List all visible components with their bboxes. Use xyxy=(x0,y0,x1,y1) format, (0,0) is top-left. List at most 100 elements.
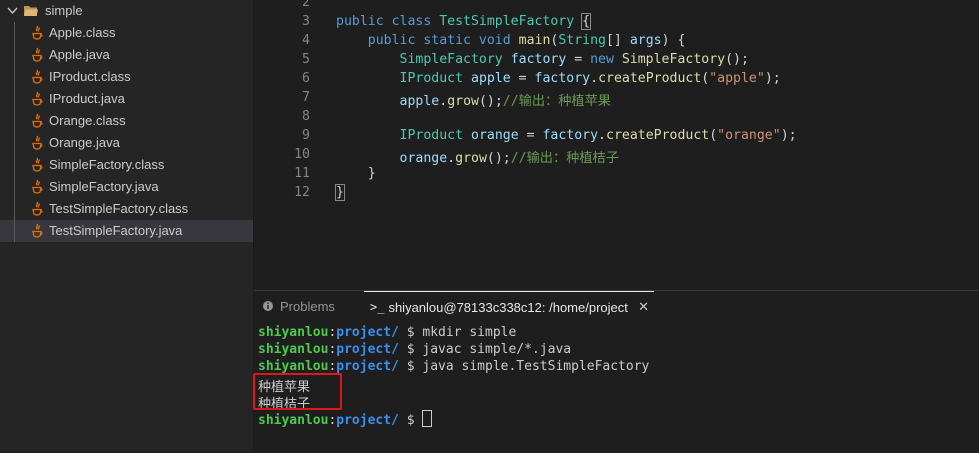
java-file-icon xyxy=(32,113,43,128)
code-editor[interactable]: 2 3 public class TestSimpleFactory { 4 publ… xyxy=(254,0,979,290)
terminal-cursor xyxy=(422,410,433,427)
prompt-path: project/ xyxy=(336,359,399,374)
code-token: SimpleFactory xyxy=(621,52,726,67)
code-token: apple xyxy=(399,94,440,109)
java-file-icon xyxy=(32,69,43,84)
prompt-symbol: $ xyxy=(398,342,423,357)
code-token: void xyxy=(478,33,519,48)
code-line: 3 public class TestSimpleFactory { xyxy=(254,13,979,33)
code-token: grow xyxy=(455,151,487,166)
code-line: 5 SimpleFactory factory = new SimpleFact… xyxy=(254,52,979,71)
line-number: 9 xyxy=(302,128,310,143)
tab-terminal-label: shiyanlou@78133c338c12: /home/project xyxy=(388,299,628,315)
file-name: Apple.class xyxy=(49,25,116,40)
code-token: ) { xyxy=(661,33,686,48)
java-file-icon xyxy=(32,179,43,194)
code-token: ); xyxy=(764,71,781,86)
prompt-user: shiyanlou xyxy=(258,413,329,428)
prompt-user: shiyanlou xyxy=(258,342,329,357)
java-file-icon xyxy=(32,135,43,150)
line-number: 11 xyxy=(294,166,310,181)
code-token: orange xyxy=(471,128,519,143)
code-line: 2 xyxy=(254,0,979,14)
code-text: apple.grow();//输出：种植苹果 xyxy=(336,90,611,109)
file-item[interactable]: TestSimpleFactory.java xyxy=(0,220,253,242)
code-line: 11 } xyxy=(254,166,979,185)
java-file-icon xyxy=(32,157,43,172)
java-file-icon xyxy=(32,47,43,62)
code-text: IProduct orange = factory.createProduct(… xyxy=(336,128,797,143)
file-name: Orange.class xyxy=(49,113,126,128)
code-text: orange.grow();//输出：种植桔子 xyxy=(336,147,619,166)
code-token: IProduct xyxy=(399,128,471,143)
file-name: SimpleFactory.class xyxy=(49,157,165,172)
file-item[interactable]: SimpleFactory.java xyxy=(0,176,253,198)
file-item[interactable]: Apple.java xyxy=(0,44,253,66)
file-name: TestSimpleFactory.class xyxy=(49,201,189,216)
bottom-panel: Problems >_ shiyanlou@78133c338c12: /hom… xyxy=(254,290,979,453)
java-file-icon xyxy=(32,25,43,40)
file-name: IProduct.class xyxy=(49,69,131,84)
file-item[interactable]: SimpleFactory.class xyxy=(0,154,253,176)
code-text: SimpleFactory factory = new SimpleFactor… xyxy=(336,52,749,67)
code-token: String xyxy=(558,33,606,48)
indent-guide xyxy=(14,44,15,66)
line-number: 4 xyxy=(302,33,310,48)
close-icon[interactable]: ✕ xyxy=(638,299,649,315)
indent-guide xyxy=(14,154,15,176)
code-token: = xyxy=(510,71,535,86)
file-item[interactable]: Apple.class xyxy=(0,22,253,44)
code-text: } xyxy=(336,166,376,181)
file-item[interactable]: IProduct.java xyxy=(0,88,253,110)
code-line: 6 IProduct apple = factory.createProduct… xyxy=(254,71,979,90)
file-item[interactable]: Orange.class xyxy=(0,110,253,132)
code-token: . xyxy=(590,71,599,86)
folder-open-icon xyxy=(24,6,38,16)
file-name: Apple.java xyxy=(49,47,110,62)
code-token: IProduct xyxy=(399,71,471,86)
command-text: javac simple/*.java xyxy=(422,342,572,357)
tab-terminal[interactable]: >_ shiyanlou@78133c338c12: /home/project… xyxy=(364,291,654,322)
code-token: class xyxy=(391,14,440,29)
folder-label: simple xyxy=(45,3,83,18)
line-number: 5 xyxy=(302,52,310,67)
file-item[interactable]: TestSimpleFactory.class xyxy=(0,198,253,220)
terminal-command-line: shiyanlou:project/ $ mkdir simple xyxy=(258,325,516,342)
file-item[interactable]: IProduct.class xyxy=(0,66,253,88)
line-number: 6 xyxy=(302,71,310,86)
line-number: 3 xyxy=(302,14,310,29)
indent-guide xyxy=(14,176,15,198)
indent-guide xyxy=(14,22,15,44)
file-item[interactable]: Orange.java xyxy=(0,132,253,154)
indent-guide xyxy=(14,132,15,154)
prompt-symbol: $ xyxy=(398,413,423,428)
java-file-icon xyxy=(32,223,43,238)
code-text: public class TestSimpleFactory { xyxy=(336,13,592,30)
command-text: java simple.TestSimpleFactory xyxy=(422,359,650,374)
code-line: 8 xyxy=(254,109,979,128)
code-token: SimpleFactory xyxy=(399,52,511,67)
line-number: 2 xyxy=(302,0,310,10)
indent-guide xyxy=(14,88,15,110)
tab-problems-label: Problems xyxy=(280,298,335,314)
line-number: 7 xyxy=(302,90,310,105)
code-token: = xyxy=(518,128,543,143)
code-token: } xyxy=(335,184,345,201)
code-token: factory xyxy=(534,71,591,86)
tab-problems[interactable]: Problems xyxy=(262,291,335,321)
code-token: orange xyxy=(399,151,448,166)
code-token: factory xyxy=(510,52,567,67)
code-token: ( xyxy=(709,128,718,143)
code-text: IProduct apple = factory.createProduct("… xyxy=(336,71,781,86)
folder-simple[interactable]: simple xyxy=(0,0,253,22)
command-text: mkdir simple xyxy=(422,325,517,340)
terminal-command-line: shiyanlou:project/ $ xyxy=(258,410,433,428)
prompt-path: project/ xyxy=(336,413,399,428)
terminal-icon: >_ xyxy=(370,300,385,314)
code-text: public static void main(String[] args) { xyxy=(336,33,686,48)
line-number: 10 xyxy=(294,147,310,162)
prompt-path: project/ xyxy=(336,342,399,357)
